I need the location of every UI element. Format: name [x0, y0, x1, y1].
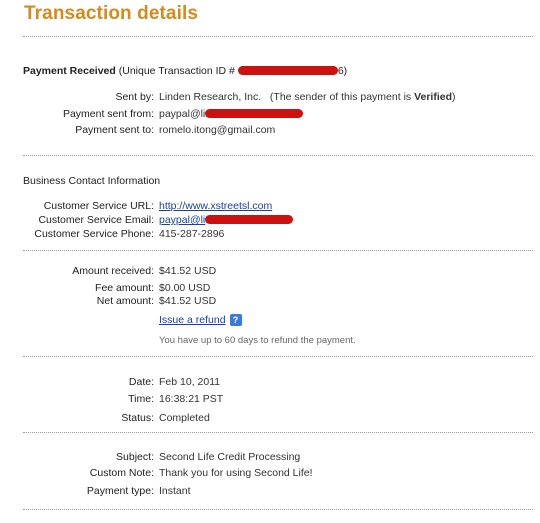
cs-phone-label: Customer Service Phone:: [34, 228, 154, 240]
cs-email-value: paypal@li: [159, 214, 206, 226]
cs-url-label: Customer Service URL:: [43, 200, 154, 212]
sent-to-label: Payment sent to:: [75, 124, 154, 136]
divider: [23, 509, 533, 510]
fee-amount-value: $0.00 USD: [159, 282, 211, 294]
issue-refund-link[interactable]: Issue a refund: [159, 314, 226, 326]
divider: [23, 155, 533, 156]
payment-received-line: Payment Received (Unique Transaction ID …: [23, 65, 347, 77]
cs-email-row: paypal@li: [159, 214, 294, 226]
status-label: Status:: [121, 412, 154, 424]
sent-to-value: romelo.itong@gmail.com: [159, 124, 276, 136]
net-amount-value: $41.52 USD: [159, 295, 217, 307]
fee-amount-label: Fee amount:: [95, 282, 154, 294]
divider: [23, 250, 533, 251]
business-heading: Business Contact Information: [23, 175, 161, 187]
cs-url-link[interactable]: http://www.xstreetsl.com: [159, 200, 272, 212]
time-label: Time:: [128, 393, 154, 405]
sender-note-suffix: ): [452, 91, 456, 103]
refund-note: You have up to 60 days to refund the pay…: [159, 335, 356, 346]
payment-type-value: Instant: [159, 485, 191, 497]
divider: [23, 432, 533, 433]
redacted-cs-email: [205, 214, 294, 224]
payment-type-label: Payment type:: [86, 485, 154, 497]
redacted-sender-email: [205, 108, 304, 118]
cs-email-link[interactable]: paypal@li: [159, 214, 205, 226]
redacted-transaction-id: [237, 65, 338, 75]
time-value: 16:38:21 PST: [159, 393, 224, 405]
subject-value: Second Life Credit Processing: [159, 451, 301, 463]
page-title: Transaction details: [24, 3, 199, 24]
subject-label: Subject:: [116, 451, 154, 463]
custom-note-label: Custom Note:: [89, 467, 154, 479]
sent-by-label: Sent by:: [115, 91, 154, 103]
status-value: Completed: [159, 412, 210, 424]
sent-from-row: paypal@li: [159, 108, 304, 120]
refund-row: Issue a refund?: [159, 314, 242, 327]
sent-from-value: paypal@li: [159, 108, 206, 120]
divider: [23, 356, 533, 357]
amount-received-label: Amount received:: [72, 265, 154, 277]
date-label: Date:: [128, 376, 154, 388]
divider: [23, 36, 533, 37]
sender-note-prefix: (The sender of this payment is: [269, 91, 412, 103]
payment-received-heading: Payment Received: [23, 65, 116, 77]
transaction-id-end: 6): [337, 65, 348, 77]
custom-note-value: Thank you for using Second Life!: [159, 467, 313, 479]
sender-verified-status: Verified: [414, 91, 453, 103]
transaction-id-label: (Unique Transaction ID #: [118, 65, 235, 77]
cs-phone-value: 415-287-2896: [159, 228, 225, 240]
net-amount-label: Net amount:: [96, 295, 154, 307]
cs-url-row: http://www.xstreetsl.com: [159, 200, 272, 212]
sent-from-label: Payment sent from:: [62, 108, 154, 120]
cs-email-label: Customer Service Email:: [38, 214, 154, 226]
date-value: Feb 10, 2011: [159, 376, 221, 388]
help-icon[interactable]: ?: [229, 314, 242, 327]
amount-received-value: $41.52 USD: [159, 265, 217, 277]
sent-by-value-row: Linden Research, Inc. (The sender of thi…: [159, 91, 456, 103]
sent-by-value: Linden Research, Inc.: [159, 91, 262, 103]
